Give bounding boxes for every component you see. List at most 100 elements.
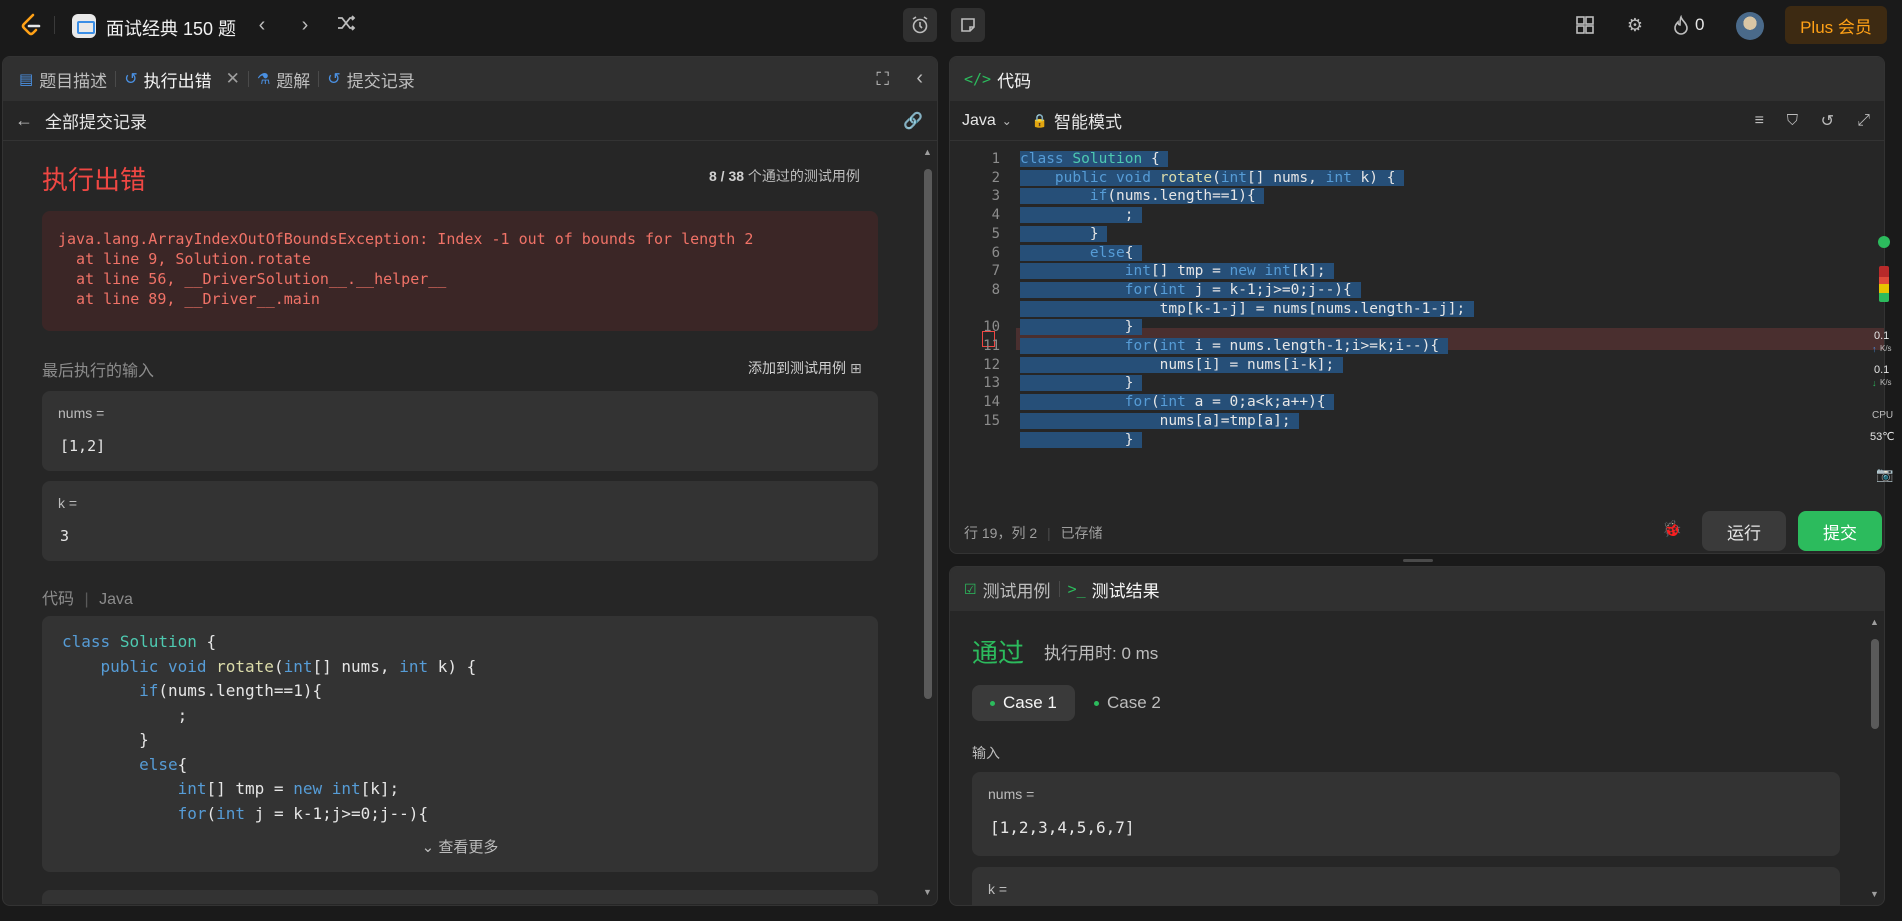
code-line: int[] tmp = new int[k]; (1020, 263, 1335, 280)
expand-icon[interactable]: ⤢ (1857, 112, 1870, 130)
debug-bug-icon[interactable]: 🐞 (1662, 519, 1682, 539)
submitted-code: class Solution { public void rotate(int[… (42, 616, 878, 872)
reset-icon[interactable]: ↺ (1821, 111, 1834, 131)
line-number: 10 (983, 319, 1000, 336)
run-button[interactable]: 运行 (1702, 511, 1786, 551)
next-problem-icon[interactable]: › (293, 13, 317, 37)
tab-label: 执行出错 (143, 71, 212, 91)
input-card: k = (972, 867, 1840, 905)
code-label: 代码 | Java (42, 591, 133, 608)
scrollbar-thumb[interactable] (924, 169, 932, 699)
line-number: 8 (991, 281, 1000, 298)
mode-label[interactable]: 智能模式 (1054, 108, 1122, 133)
line-number: 4 (991, 207, 1000, 224)
layout-icon[interactable] (1573, 13, 1597, 37)
code-label-text: 代码 (42, 591, 75, 608)
tab-label: 题目描述 (39, 71, 108, 91)
passed-suffix: 个通过的测试用例 (747, 168, 860, 184)
tab-testcase[interactable]: ☑ 测试用例 (956, 567, 1059, 611)
code-line: ; (1020, 207, 1143, 224)
verdict: 通过 (972, 638, 1025, 668)
input-value: [1,2,3,4,5,6,7] (990, 818, 1135, 837)
all-submissions-link[interactable]: 全部提交记录 (45, 108, 147, 133)
link-icon[interactable]: 🔗 (903, 111, 923, 131)
tab-submissions[interactable]: ↺ 提交记录 (319, 57, 422, 101)
editor-status: 行 19，列 2 | 已存储 (964, 525, 1103, 541)
runtime: 执行用时: 0 ms (1044, 644, 1159, 663)
input-name: nums = (988, 786, 1035, 802)
flame-icon[interactable] (1669, 13, 1693, 37)
passed-count: 8 / 38 个通过的测试用例 (709, 166, 860, 186)
line-number: 5 (991, 225, 1000, 242)
format-icon[interactable]: ≡ (1755, 112, 1764, 130)
timer-button[interactable] (903, 8, 937, 42)
collapse-icon[interactable]: ‹ (916, 67, 923, 90)
upload-arrow-icon: ↑ (1872, 344, 1877, 354)
input-card: nums = [1,2] (42, 391, 878, 471)
scroll-down-icon[interactable]: ▼ (1870, 889, 1879, 899)
code-line: } (1020, 431, 1143, 448)
maximize-icon[interactable]: ⛶ (876, 69, 889, 90)
code-editor[interactable]: 1 2 3 4 5 6 7 8 10 11 12 13 14 15 class Solution { pu… (950, 141, 1884, 553)
chevron-down-icon[interactable]: ⌄ (1002, 114, 1012, 128)
checkbox-icon: ☑ (964, 580, 977, 597)
description-icon: ▤ (19, 71, 34, 88)
camera-icon[interactable]: 📷 (1876, 466, 1893, 483)
case-label: Case 1 (1003, 693, 1057, 712)
scroll-up-icon[interactable]: ▲ (1870, 617, 1879, 627)
history-icon: ↺ (327, 71, 341, 88)
code-line: else{ (1020, 244, 1143, 261)
settings-gear-icon[interactable]: ⚙ (1623, 13, 1647, 37)
input-name: k = (988, 881, 1008, 897)
download-speed: 0.1 (1874, 364, 1890, 376)
code-line: if(nums.length==1){ (1020, 188, 1265, 205)
code-line: } (1020, 319, 1143, 336)
plus-membership-button[interactable]: Plus 会员 (1785, 6, 1887, 44)
resize-handle[interactable] (1403, 559, 1433, 562)
line-number: 15 (983, 412, 1000, 429)
note-icon (961, 18, 975, 32)
close-icon[interactable]: ✕ (226, 69, 240, 89)
code-line: } (1020, 375, 1143, 392)
error-message: java.lang.ArrayIndexOutOfBoundsException… (42, 211, 878, 331)
code-line: for(int j = k-1;j>=0;j--){ (1020, 281, 1361, 298)
scrollbar[interactable]: ▲ ▼ (1870, 617, 1880, 899)
bookmark-icon[interactable]: ⛉ (1787, 112, 1798, 129)
passed-number: 8 / 38 (709, 168, 745, 184)
code-line: } (1020, 225, 1108, 242)
shuffle-icon[interactable] (334, 13, 358, 37)
scrollbar-thumb[interactable] (1871, 639, 1879, 729)
case-tab-2[interactable]: Case 2 (1076, 685, 1179, 721)
tab-description[interactable]: ▤ 题目描述 (11, 57, 115, 101)
cpu-temp: 53℃ (1870, 431, 1895, 443)
chevron-double-down-icon: ⌄ (421, 839, 435, 856)
scroll-down-icon[interactable]: ▼ (923, 887, 932, 897)
see-more-button[interactable]: ⌄ 查看更多 (42, 836, 878, 857)
lock-icon: 🔒 (1031, 112, 1049, 128)
avatar[interactable] (1736, 12, 1764, 40)
pass-dot-icon (990, 700, 995, 706)
notes-button[interactable] (951, 8, 985, 42)
case-tab-1[interactable]: Case 1 (972, 685, 1075, 721)
back-arrow-icon[interactable]: ← (15, 110, 33, 131)
prev-problem-icon[interactable]: ‹ (250, 13, 274, 37)
save-status: 已存储 (1060, 525, 1103, 541)
top-bar: 面试经典 150 题 ‹ › ⚙ 0 Plus 会员 (0, 0, 1902, 50)
submit-button[interactable]: 提交 (1798, 511, 1882, 551)
level-meter-icon (1879, 266, 1889, 302)
input-value: [1,2] (60, 437, 106, 455)
study-plan-icon[interactable] (72, 14, 96, 38)
tab-solutions[interactable]: ⚗ 题解 (249, 57, 318, 101)
problem-list-title[interactable]: 面试经典 150 题 (106, 15, 236, 41)
tab-error[interactable]: ↺ 执行出错 ✕ (116, 57, 248, 101)
scroll-up-icon[interactable]: ▲ (923, 147, 932, 157)
cursor-position: 行 19，列 2 (964, 525, 1038, 541)
language-select[interactable]: Java (962, 112, 996, 130)
code-icon: </> (964, 70, 992, 88)
code-lang: Java (99, 591, 133, 608)
leetcode-logo[interactable] (18, 12, 44, 38)
tab-label: 测试用例 (982, 581, 1051, 601)
tab-test-result[interactable]: >_ 测试结果 (1060, 567, 1168, 611)
scrollbar[interactable]: ▲ ▼ (923, 147, 933, 897)
status-title: 执行出错 (42, 165, 147, 195)
